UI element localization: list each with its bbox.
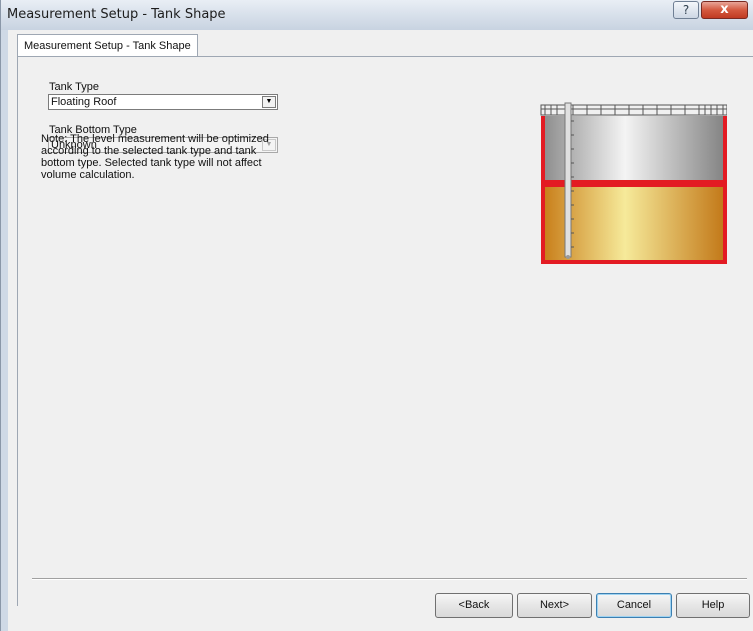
footer-separator (32, 578, 747, 580)
tab-tank-shape[interactable]: Measurement Setup - Tank Shape (17, 34, 198, 56)
cancel-button[interactable]: Cancel (596, 593, 672, 618)
next-button[interactable]: Next> (517, 593, 592, 618)
close-button[interactable]: x (701, 1, 748, 19)
tank-type-select[interactable]: Floating Roof ▼ (48, 94, 278, 110)
help-title-button[interactable]: ? (673, 1, 699, 19)
dialog-window: Measurement Setup - Tank Shape ? x Measu… (0, 0, 753, 631)
tank-type-value: Floating Roof (51, 96, 117, 108)
tank-type-label: Tank Type (49, 81, 99, 93)
back-button[interactable]: <Back (435, 593, 513, 618)
floating-roof (545, 180, 723, 187)
title-bar[interactable]: Measurement Setup - Tank Shape ? x (1, 0, 753, 30)
tank-liquid (545, 187, 723, 260)
help-button[interactable]: Help (676, 593, 750, 618)
floating-roof-tank-illustration (540, 102, 727, 264)
chevron-down-icon[interactable]: ▼ (262, 96, 276, 108)
tank-vapor-space (545, 116, 723, 180)
note-text: Note: The level measurement will be opti… (41, 133, 269, 181)
window-title: Measurement Setup - Tank Shape (7, 7, 226, 22)
